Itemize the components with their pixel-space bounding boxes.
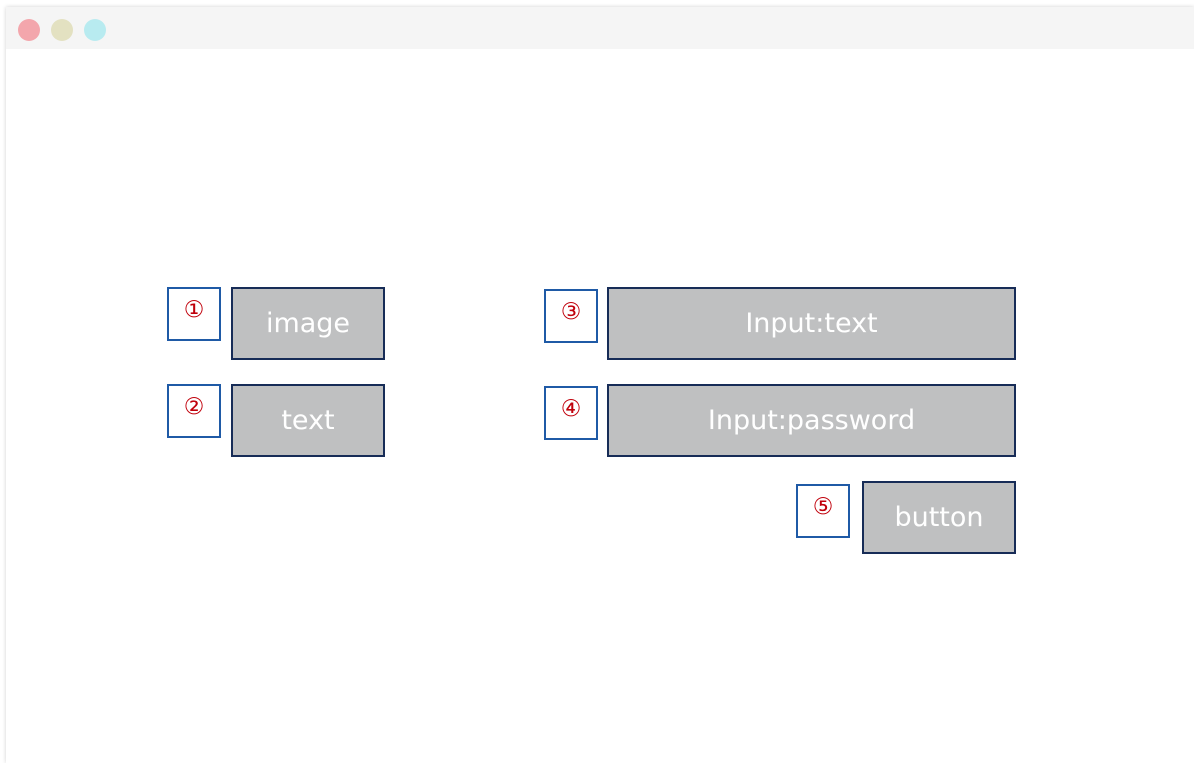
number-marker-2: ② — [167, 384, 221, 438]
component-text-box: text — [231, 384, 385, 457]
close-dot-icon[interactable] — [18, 19, 40, 41]
component-label: text — [281, 405, 335, 436]
component-button-box: button — [862, 481, 1016, 554]
component-label: image — [265, 308, 351, 339]
number-marker-4: ④ — [544, 386, 598, 440]
component-label: button — [894, 502, 984, 533]
window-titlebar — [6, 7, 1194, 49]
number-marker-1: ① — [167, 287, 221, 341]
number-marker-text: ③ — [560, 299, 582, 325]
component-label: Input:text — [745, 308, 878, 339]
component-input-text-box: Input:text — [607, 287, 1016, 360]
minimize-dot-icon[interactable] — [51, 19, 73, 41]
number-marker-text: ① — [183, 297, 205, 323]
number-marker-text: ⑤ — [812, 494, 834, 520]
number-marker-text: ④ — [560, 396, 582, 422]
component-image-box: image — [231, 287, 385, 360]
component-label: Input:password — [707, 405, 916, 436]
number-marker-5: ⑤ — [796, 484, 850, 538]
component-input-password-box: Input:password — [607, 384, 1016, 457]
maximize-dot-icon[interactable] — [84, 19, 106, 41]
number-marker-3: ③ — [544, 289, 598, 343]
number-marker-text: ② — [183, 394, 205, 420]
